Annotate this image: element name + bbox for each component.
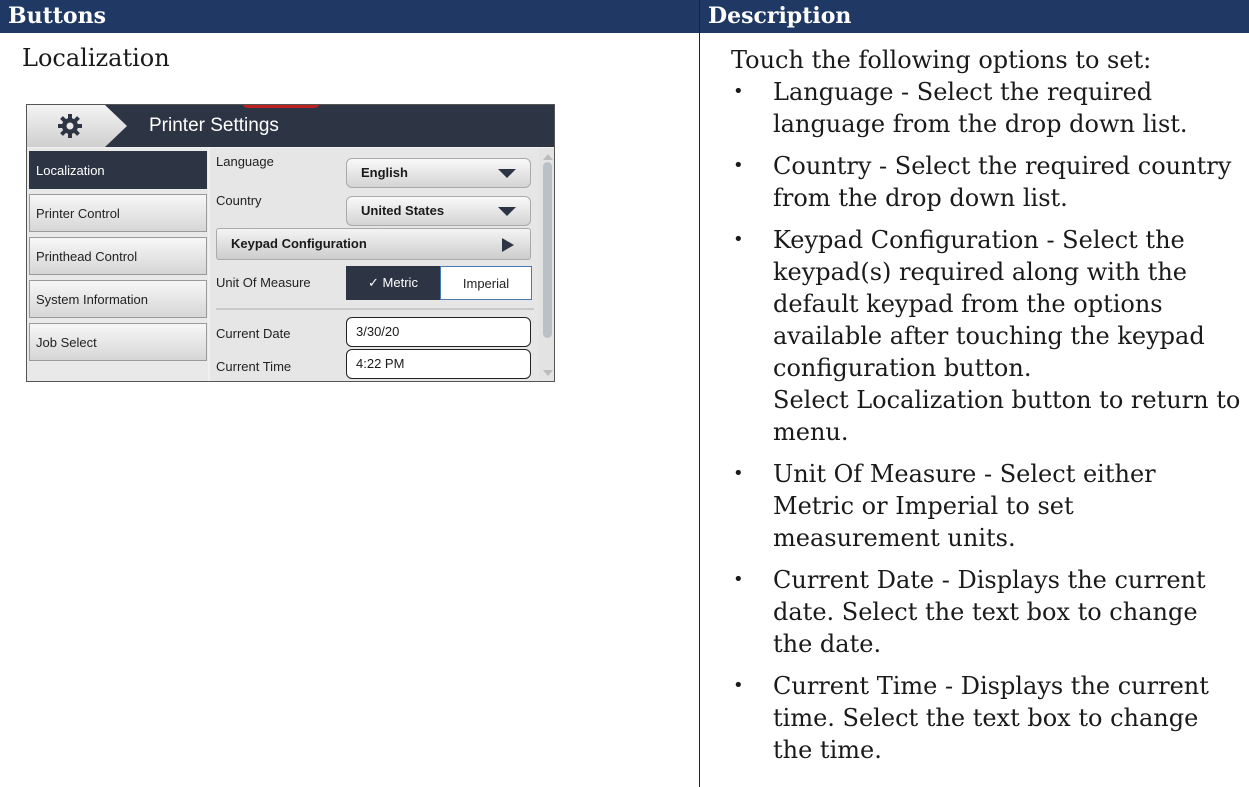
printer-settings-screenshot: Printer Settings Localization Printer Co… (26, 104, 555, 382)
metric-toggle[interactable]: ✓ Metric (346, 266, 440, 300)
list-item-text: Language - Select the required language … (773, 78, 1188, 138)
list-item-note: Select Localization button to return to … (773, 386, 1241, 446)
keypad-configuration-button[interactable]: Keypad Configuration (216, 228, 531, 260)
current-time-field[interactable]: 4:22 PM (346, 349, 531, 379)
language-dropdown[interactable]: English (346, 158, 531, 188)
divider (216, 308, 534, 310)
list-item: • Keypad Configuration - Select the keypa… (733, 226, 1241, 446)
sidebar-item-localization[interactable]: Localization (29, 151, 207, 189)
gear-icon (58, 114, 82, 138)
list-item: • Language - Select the required language… (733, 78, 1188, 138)
list-item-text: Current Time - Displays the current time… (773, 672, 1209, 764)
country-value: United States (361, 203, 445, 218)
description-intro: Touch the following options to set: (731, 46, 1152, 74)
unit-of-measure-label: Unit Of Measure (216, 275, 311, 290)
current-date-field[interactable]: 3/30/20 (346, 317, 531, 347)
list-item-text: Current Date - Displays the current date… (773, 566, 1206, 658)
sidebar: Localization Printer Control Printhead C… (27, 148, 208, 381)
list-item: • Unit Of Measure - Select either Metric … (733, 460, 1156, 552)
description-list: • Language - Select the required language… (731, 76, 1241, 766)
current-date-label: Current Date (216, 326, 291, 341)
list-item-text: Keypad Configuration - Select the keypad… (773, 226, 1205, 382)
list-item-text: Unit Of Measure - Select either Metric o… (773, 460, 1156, 552)
scrollbar[interactable] (539, 148, 554, 381)
header-buttons: Buttons (0, 0, 699, 33)
country-dropdown[interactable]: United States (346, 196, 531, 226)
language-label: Language (216, 154, 274, 169)
country-label: Country (216, 193, 262, 208)
chevron-down-icon (498, 169, 516, 178)
document-table: Buttons Description Localization Printer… (0, 0, 1249, 787)
chevron-down-icon (498, 207, 516, 216)
scroll-down-icon (543, 370, 553, 376)
keypad-configuration-label: Keypad Configuration (231, 236, 367, 251)
scroll-thumb[interactable] (543, 162, 552, 338)
description-cell: Touch the following options to set: • Lan… (731, 44, 1241, 776)
header-description: Description (700, 0, 1249, 33)
sidebar-item-printer-control[interactable]: Printer Control (29, 194, 207, 232)
sidebar-item-system-information[interactable]: System Information (29, 280, 207, 318)
language-value: English (361, 165, 408, 180)
scroll-up-icon (543, 154, 553, 160)
arrow-right-icon (502, 238, 514, 252)
screen-title: Printer Settings (149, 115, 279, 136)
list-item: • Current Date - Displays the current dat… (733, 566, 1206, 658)
list-item: • Country - Select the required country f… (733, 152, 1232, 212)
current-time-label: Current Time (216, 359, 292, 374)
imperial-toggle[interactable]: Imperial (440, 266, 532, 300)
sidebar-item-job-select[interactable]: Job Select (29, 323, 207, 361)
list-item: • Current Time - Displays the current tim… (733, 672, 1209, 764)
cell-title: Localization (22, 44, 170, 72)
sidebar-item-printhead-control[interactable]: Printhead Control (29, 237, 207, 275)
settings-panel: Language English Country United States K… (210, 148, 539, 381)
list-item-text: Country - Select the required country fr… (773, 152, 1232, 212)
column-divider (699, 0, 700, 787)
title-bar: Printer Settings (27, 105, 554, 147)
